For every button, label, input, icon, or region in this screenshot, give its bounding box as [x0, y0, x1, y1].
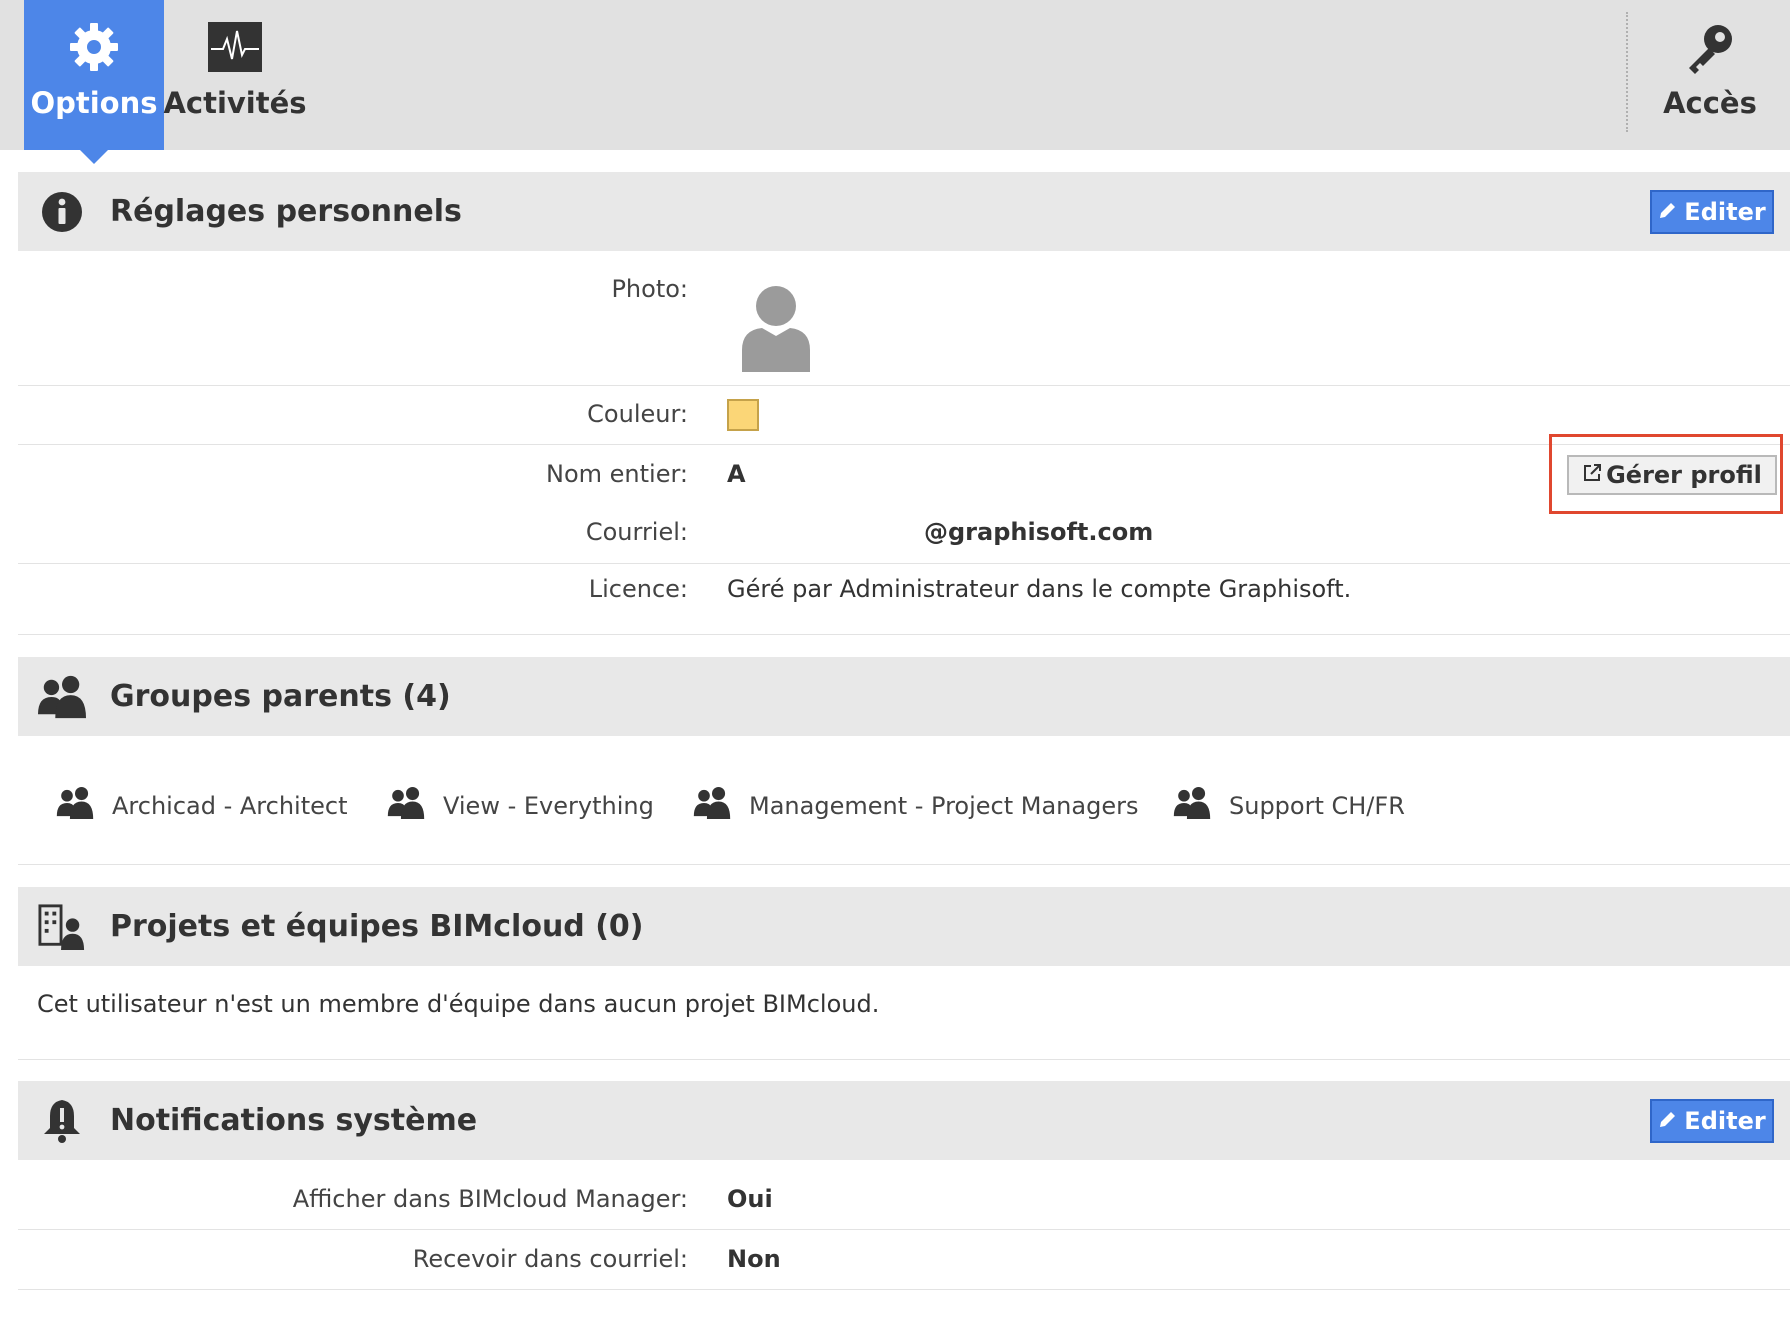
license-label: Licence: [588, 575, 688, 603]
users-icon [387, 787, 425, 825]
divider [18, 444, 1790, 445]
pencil-icon [1658, 198, 1678, 226]
receive-email-value: Non [727, 1245, 781, 1273]
group-label: Archicad - Architect [112, 792, 348, 820]
building-user-icon [38, 903, 86, 951]
external-link-icon [1582, 461, 1602, 489]
manage-profile-label: Gérer profil [1606, 461, 1762, 489]
fullname-value: A [727, 460, 746, 488]
group-label: Support CH/FR [1229, 792, 1405, 820]
tab-acces[interactable]: Accès [1630, 0, 1790, 150]
projects-empty-text: Cet utilisateur n'est un membre d'équipe… [37, 990, 880, 1018]
divider [18, 864, 1790, 865]
parent-groups-title: Groupes parents (4) [110, 679, 451, 714]
photo-label: Photo: [611, 275, 688, 303]
pencil-icon [1658, 1107, 1678, 1135]
group-item[interactable]: View - Everything [387, 786, 654, 826]
gear-icon [67, 18, 121, 76]
users-icon [693, 787, 731, 825]
divider [18, 634, 1790, 635]
users-icon [56, 787, 94, 825]
personal-edit-label: Editer [1684, 197, 1766, 226]
fullname-label: Nom entier: [546, 460, 688, 488]
notifications-header: Notifications système Editer [18, 1081, 1790, 1160]
tab-divider [1626, 12, 1628, 132]
projects-title: Projets et équipes BIMcloud (0) [110, 909, 644, 944]
notifications-title: Notifications système [110, 1103, 478, 1138]
group-item[interactable]: Support CH/FR [1173, 786, 1405, 826]
divider [18, 385, 1790, 386]
users-icon [38, 673, 86, 721]
divider [18, 1229, 1790, 1230]
email-value: @graphisoft.com [924, 518, 1154, 546]
key-icon [1683, 18, 1737, 76]
personal-settings-header: Réglages personnels Editer [18, 172, 1790, 251]
divider [18, 1289, 1790, 1290]
group-item[interactable]: Archicad - Architect [56, 786, 348, 826]
color-swatch [727, 399, 759, 431]
tab-activites-label: Activités [163, 86, 307, 120]
pulse-icon [207, 18, 263, 76]
tab-options[interactable]: Options [24, 0, 164, 164]
active-tab-pointer [80, 150, 108, 164]
license-value: Géré par Administrateur dans le compte G… [727, 575, 1352, 603]
top-tab-bar: Options Activités Accès [0, 0, 1790, 164]
divider [18, 1059, 1790, 1060]
color-label: Couleur: [587, 400, 688, 428]
info-icon [38, 188, 86, 236]
divider [18, 563, 1790, 564]
users-icon [1173, 787, 1211, 825]
manage-profile-button[interactable]: Gérer profil [1567, 455, 1777, 495]
bell-icon [38, 1097, 86, 1145]
parent-groups-header: Groupes parents (4) [18, 657, 1790, 736]
show-in-manager-label: Afficher dans BIMcloud Manager: [292, 1185, 688, 1213]
show-in-manager-value: Oui [727, 1185, 773, 1213]
receive-email-label: Recevoir dans courriel: [412, 1245, 688, 1273]
tab-activites[interactable]: Activités [163, 0, 307, 150]
group-item[interactable]: Management - Project Managers [693, 786, 1138, 826]
group-label: View - Everything [443, 792, 654, 820]
personal-edit-button[interactable]: Editer [1650, 189, 1774, 234]
email-label: Courriel: [585, 518, 688, 546]
personal-settings-title: Réglages personnels [110, 194, 462, 229]
group-label: Management - Project Managers [749, 792, 1139, 820]
tab-acces-label: Accès [1663, 86, 1757, 120]
notifications-edit-button[interactable]: Editer [1650, 1098, 1774, 1143]
avatar-icon [740, 284, 812, 376]
notifications-edit-label: Editer [1684, 1106, 1766, 1135]
projects-header: Projets et équipes BIMcloud (0) [18, 887, 1790, 966]
tab-options-label: Options [30, 86, 158, 120]
